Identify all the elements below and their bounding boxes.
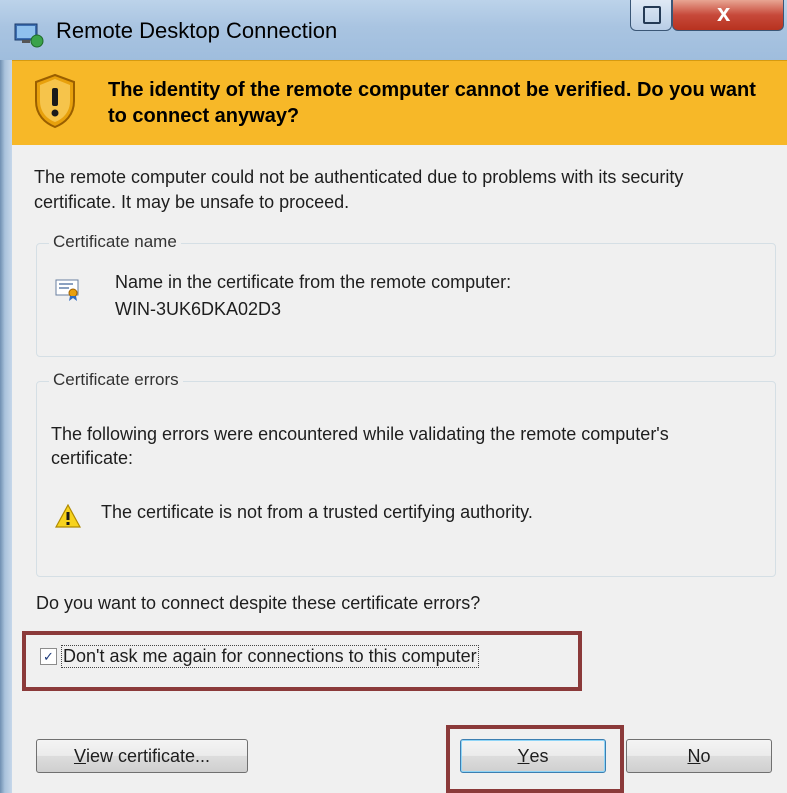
dont-ask-again-checkbox[interactable]: ✓ xyxy=(40,648,57,665)
close-icon: x xyxy=(717,0,731,27)
certificate-error-item: The certificate is not from a trusted ce… xyxy=(101,502,533,522)
title-bar[interactable]: Remote Desktop Connection x xyxy=(0,0,787,60)
dont-ask-again-checkbox-row[interactable]: ✓ Don't ask me again for connections to … xyxy=(40,645,479,668)
view-certificate-mnemonic: V xyxy=(73,745,86,766)
rdp-dialog-window: Remote Desktop Connection x The identity… xyxy=(0,0,787,793)
certificate-icon xyxy=(55,279,79,301)
certificate-name-label: Name in the certificate from the remote … xyxy=(115,272,512,292)
dialog-content: The remote computer could not be authent… xyxy=(12,145,787,793)
yes-button[interactable]: Yes xyxy=(460,739,606,773)
view-certificate-label: iew certificate... xyxy=(85,745,211,766)
no-label: o xyxy=(700,745,711,766)
banner-message: The identity of the remote computer cann… xyxy=(108,79,756,127)
certificate-errors-group: Certificate errors The following errors … xyxy=(36,370,776,577)
certificate-errors-legend: Certificate errors xyxy=(49,370,183,390)
window-title: Remote Desktop Connection xyxy=(56,18,338,43)
dont-ask-again-label[interactable]: Don't ask me again for connections to th… xyxy=(61,645,479,668)
no-mnemonic: N xyxy=(687,745,701,766)
remote-desktop-icon xyxy=(14,23,44,48)
warning-banner: The identity of the remote computer cann… xyxy=(12,60,787,146)
connect-question: Do you want to connect despite these cer… xyxy=(36,593,481,613)
restore-button[interactable] xyxy=(630,0,672,31)
yes-label: es xyxy=(529,745,549,766)
window-frame xyxy=(0,0,12,793)
yes-mnemonic: Y xyxy=(517,745,530,766)
warning-icon xyxy=(55,504,81,528)
certificate-name-legend: Certificate name xyxy=(49,232,181,252)
view-certificate-button[interactable]: View certificate... xyxy=(36,739,248,773)
no-button[interactable]: No xyxy=(626,739,772,773)
certificate-errors-description: The following errors were encountered wh… xyxy=(51,424,669,468)
certificate-name-group: Certificate name Name in the certificate… xyxy=(36,232,776,357)
intro-text: The remote computer could not be authent… xyxy=(34,167,684,212)
close-button[interactable]: x xyxy=(672,0,784,31)
shield-warning-icon xyxy=(35,73,75,129)
certificate-name-value: WIN-3UK6DKA02D3 xyxy=(115,299,282,319)
restore-icon xyxy=(643,6,661,24)
